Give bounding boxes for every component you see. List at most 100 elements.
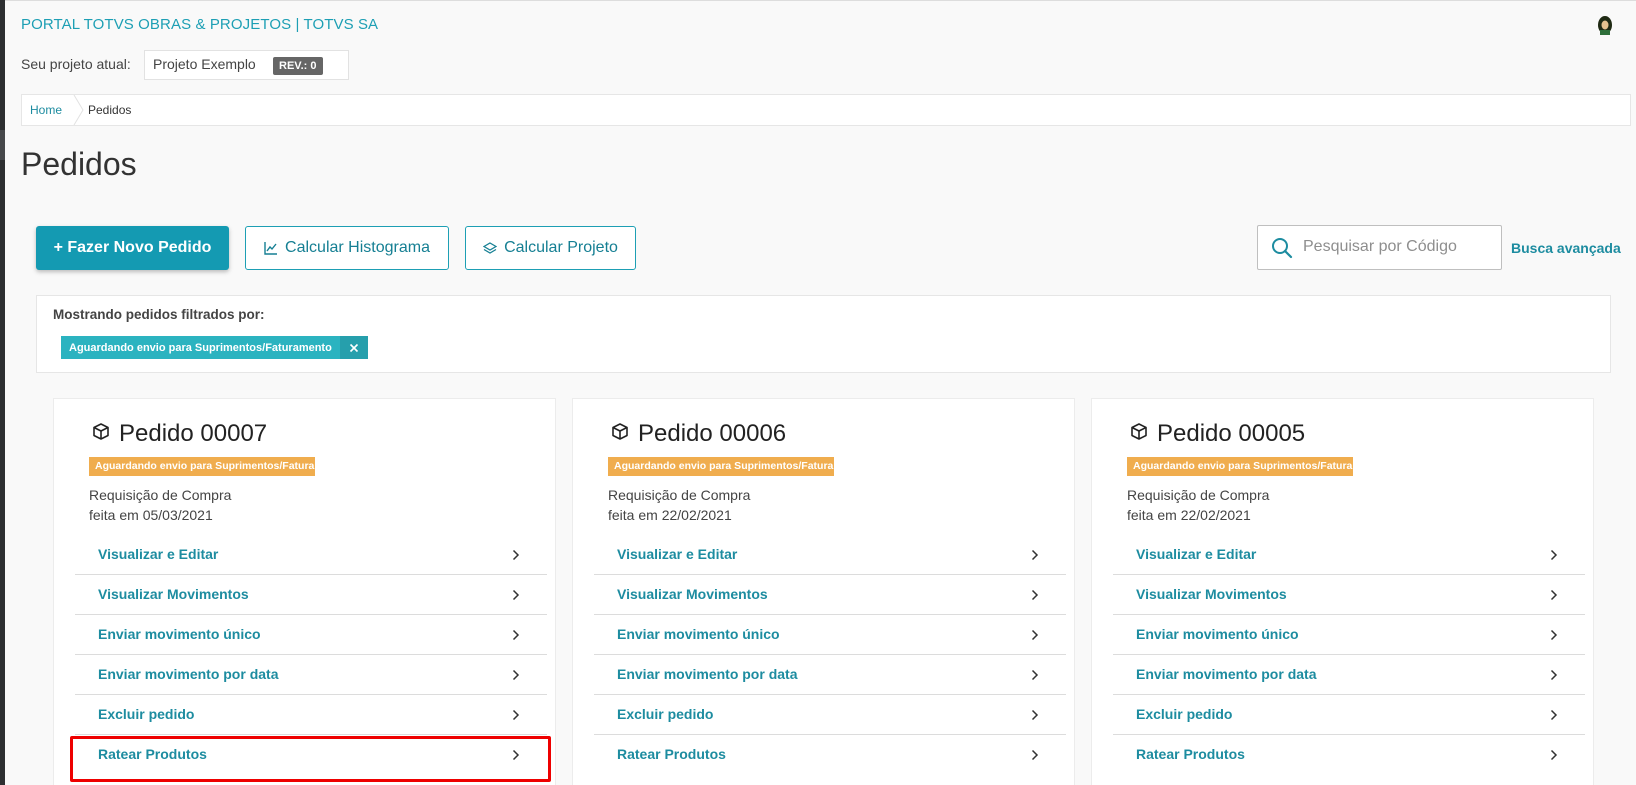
status-badge: Aguardando envio para Suprimentos/Fatura… bbox=[1127, 457, 1353, 476]
filter-chip: Aguardando envio para Suprimentos/Fatura… bbox=[61, 336, 368, 359]
request-date: feita em 05/03/2021 bbox=[89, 507, 213, 523]
order-action-item[interactable]: Visualizar e Editar bbox=[75, 535, 547, 575]
request-date: feita em 22/02/2021 bbox=[608, 507, 732, 523]
project-selector[interactable]: Projeto Exemplo REV.: 0 bbox=[144, 50, 349, 80]
order-action-label: Visualizar e Editar bbox=[1136, 546, 1257, 562]
chevron-right-icon bbox=[1031, 708, 1039, 726]
chevron-right-icon bbox=[1550, 708, 1558, 726]
order-action-item[interactable]: Visualizar Movimentos bbox=[594, 575, 1066, 615]
chevron-right-icon bbox=[1550, 748, 1558, 766]
order-action-label: Excluir pedido bbox=[617, 706, 714, 722]
order-action-item[interactable]: Enviar movimento único bbox=[75, 615, 547, 655]
request-type: Requisição de Compra bbox=[608, 487, 751, 503]
order-card: Pedido 00006 Aguardando envio para Suprim… bbox=[572, 398, 1075, 785]
breadcrumb-home-link[interactable]: Home bbox=[30, 103, 62, 117]
order-card-header: Pedido 00005 bbox=[1129, 420, 1305, 448]
order-action-label: Enviar movimento por data bbox=[98, 666, 279, 682]
order-action-item[interactable]: Ratear Produtos bbox=[75, 735, 547, 775]
order-action-label: Enviar movimento único bbox=[98, 626, 261, 642]
chevron-right-icon bbox=[512, 708, 520, 726]
order-action-item[interactable]: Visualizar e Editar bbox=[1113, 535, 1585, 575]
order-title: Pedido 00005 bbox=[1157, 420, 1306, 447]
order-action-label: Enviar movimento por data bbox=[617, 666, 798, 682]
order-action-label: Ratear Produtos bbox=[1136, 746, 1245, 762]
chevron-right-icon bbox=[512, 668, 520, 686]
order-action-item[interactable]: Excluir pedido bbox=[1113, 695, 1585, 735]
advanced-search-link[interactable]: Busca avançada bbox=[1511, 240, 1621, 256]
order-actions-menu: Visualizar e Editar Visualizar Movimentos… bbox=[594, 535, 1066, 775]
order-action-item[interactable]: Enviar movimento por data bbox=[594, 655, 1066, 695]
order-card: Pedido 00005 Aguardando envio para Suprim… bbox=[1091, 398, 1594, 785]
chevron-right-icon bbox=[512, 548, 520, 566]
order-action-item[interactable]: Enviar movimento único bbox=[594, 615, 1066, 655]
chevron-right-icon bbox=[512, 588, 520, 606]
breadcrumb-separator-icon bbox=[73, 95, 84, 125]
breadcrumb: Home Pedidos bbox=[21, 94, 1631, 126]
order-action-label: Visualizar Movimentos bbox=[1136, 586, 1287, 602]
chevron-right-icon bbox=[1550, 668, 1558, 686]
order-action-label: Enviar movimento por data bbox=[1136, 666, 1317, 682]
order-action-label: Enviar movimento único bbox=[1136, 626, 1299, 642]
layers-icon bbox=[483, 241, 498, 255]
order-action-label: Ratear Produtos bbox=[617, 746, 726, 762]
order-action-item[interactable]: Excluir pedido bbox=[594, 695, 1066, 735]
box-icon bbox=[610, 422, 630, 447]
order-action-item[interactable]: Excluir pedido bbox=[75, 695, 547, 735]
status-badge: Aguardando envio para Suprimentos/Fatura… bbox=[89, 457, 315, 476]
current-project-label: Seu projeto atual: bbox=[21, 56, 131, 72]
order-action-item[interactable]: Enviar movimento por data bbox=[75, 655, 547, 695]
chevron-right-icon bbox=[512, 628, 520, 646]
avatar[interactable] bbox=[1597, 15, 1613, 35]
request-date: feita em 22/02/2021 bbox=[1127, 507, 1251, 523]
breadcrumb-current: Pedidos bbox=[88, 103, 132, 117]
new-order-button-label: + Fazer Novo Pedido bbox=[53, 239, 212, 256]
chevron-right-icon bbox=[1550, 588, 1558, 606]
order-title: Pedido 00006 bbox=[638, 420, 787, 447]
page-title: Pedidos bbox=[21, 146, 137, 182]
chevron-right-icon bbox=[1550, 628, 1558, 646]
search-input[interactable] bbox=[1303, 234, 1493, 260]
calculate-project-label: Calcular Projeto bbox=[504, 239, 618, 256]
filter-label: Mostrando pedidos filtrados por: bbox=[53, 307, 265, 322]
chevron-right-icon bbox=[1550, 548, 1558, 566]
order-action-item[interactable]: Ratear Produtos bbox=[594, 735, 1066, 775]
box-icon bbox=[91, 422, 111, 447]
order-action-item[interactable]: Ratear Produtos bbox=[1113, 735, 1585, 775]
order-action-label: Visualizar e Editar bbox=[98, 546, 219, 562]
portal-title[interactable]: PORTAL TOTVS OBRAS & PROJETOS | TOTVS SA bbox=[21, 16, 378, 33]
chevron-right-icon bbox=[512, 748, 520, 766]
search-icon bbox=[1272, 238, 1293, 259]
order-action-item[interactable]: Visualizar Movimentos bbox=[75, 575, 547, 615]
order-action-item[interactable]: Enviar movimento único bbox=[1113, 615, 1585, 655]
calculate-histogram-label: Calcular Histograma bbox=[285, 239, 430, 256]
filter-chip-label: Aguardando envio para Suprimentos/Fatura… bbox=[69, 341, 332, 354]
filter-panel: Mostrando pedidos filtrados por: Aguarda… bbox=[36, 295, 1611, 373]
page: PORTAL TOTVS OBRAS & PROJETOS | TOTVS SA… bbox=[5, 0, 1636, 785]
order-action-label: Ratear Produtos bbox=[98, 746, 207, 762]
order-actions-menu: Visualizar e Editar Visualizar Movimentos… bbox=[1113, 535, 1585, 775]
box-icon bbox=[1129, 422, 1149, 447]
order-action-label: Visualizar Movimentos bbox=[98, 586, 249, 602]
order-action-item[interactable]: Enviar movimento por data bbox=[1113, 655, 1585, 695]
close-icon[interactable] bbox=[339, 336, 368, 359]
order-action-item[interactable]: Visualizar Movimentos bbox=[1113, 575, 1585, 615]
search-box[interactable] bbox=[1257, 225, 1502, 270]
order-action-label: Excluir pedido bbox=[98, 706, 195, 722]
chevron-right-icon bbox=[1031, 628, 1039, 646]
chevron-right-icon bbox=[1031, 748, 1039, 766]
chevron-right-icon bbox=[1031, 548, 1039, 566]
status-badge: Aguardando envio para Suprimentos/Fatura… bbox=[608, 457, 834, 476]
calculate-project-button[interactable]: Calcular Projeto bbox=[465, 226, 636, 270]
order-card-header: Pedido 00007 bbox=[91, 420, 267, 448]
order-card: Pedido 00007 Aguardando envio para Suprim… bbox=[53, 398, 556, 785]
order-actions-menu: Visualizar e Editar Visualizar Movimentos… bbox=[75, 535, 547, 775]
request-type: Requisição de Compra bbox=[89, 487, 232, 503]
order-action-label: Visualizar e Editar bbox=[617, 546, 738, 562]
order-action-label: Visualizar Movimentos bbox=[617, 586, 768, 602]
new-order-button[interactable]: + Fazer Novo Pedido bbox=[36, 226, 229, 270]
calculate-histogram-button[interactable]: Calcular Histograma bbox=[245, 226, 449, 270]
order-action-item[interactable]: Visualizar e Editar bbox=[594, 535, 1066, 575]
order-action-label: Excluir pedido bbox=[1136, 706, 1233, 722]
chevron-right-icon bbox=[1031, 668, 1039, 686]
project-name: Projeto Exemplo bbox=[153, 56, 256, 72]
